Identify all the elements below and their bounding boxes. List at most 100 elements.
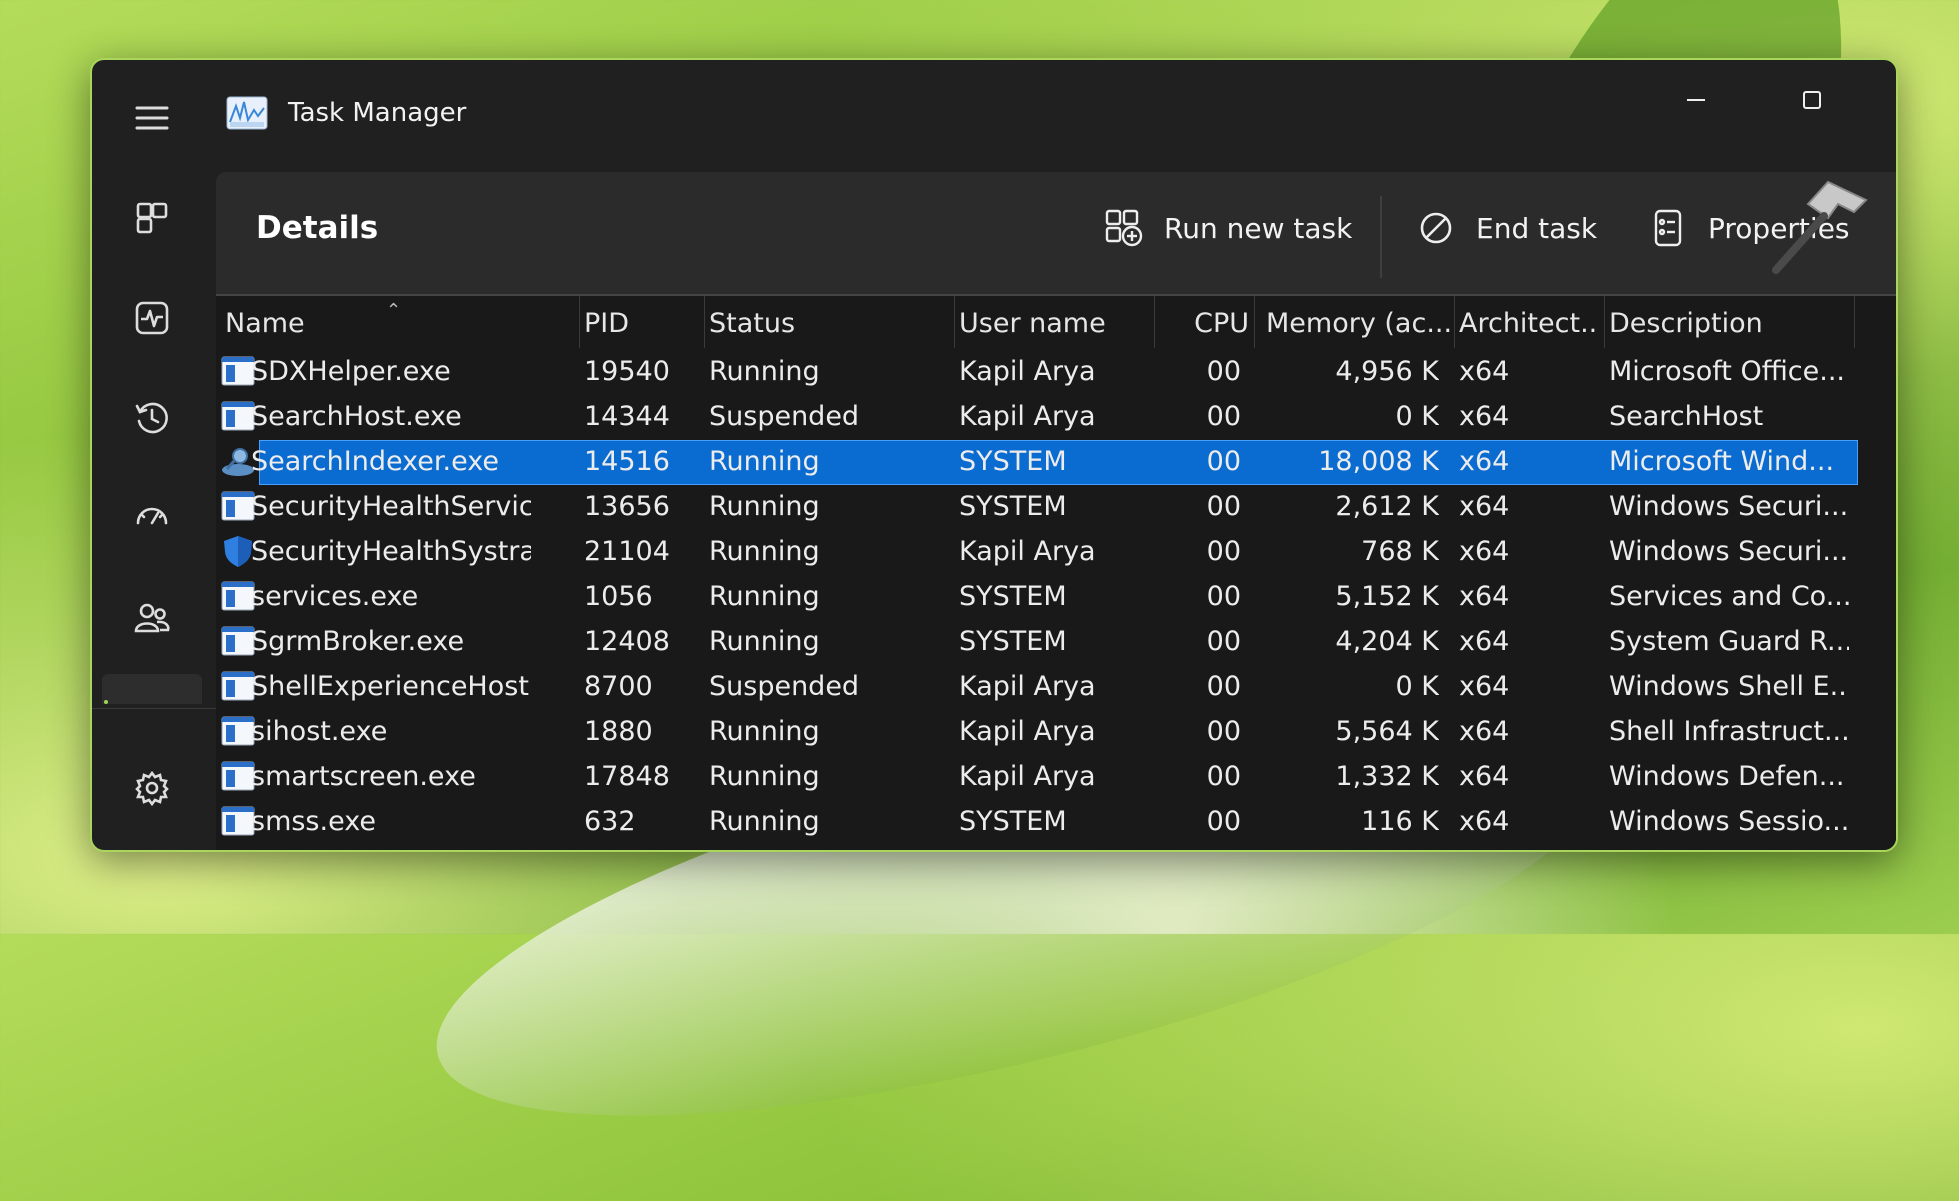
process-name: ShellExperienceHost.e... (251, 671, 531, 702)
process-description: Windows Shell E... (1609, 671, 1849, 702)
process-cpu: 00 (1206, 581, 1241, 612)
process-name: sihost.exe (251, 716, 388, 747)
process-user-name: Kapil Arya (959, 716, 1096, 747)
column-header-memory[interactable]: Memory (ac... (1266, 308, 1451, 339)
process-architecture: x64 (1459, 716, 1510, 747)
process-status: Suspended (709, 401, 860, 432)
table-row[interactable]: SearchHost.exe 14344 Suspended Kapil Arya 00… (216, 395, 1856, 440)
title-bar: Task Manager (216, 60, 1896, 172)
process-description: Windows Securi... (1609, 491, 1849, 522)
close-button[interactable] (1878, 70, 1896, 130)
process-pid: 8700 (584, 671, 653, 702)
process-architecture: x64 (1459, 671, 1510, 702)
users-icon[interactable] (124, 590, 180, 646)
table-row[interactable]: SearchIndexer.exe 14516 Running SYSTEM 00 18,… (216, 440, 1858, 485)
startup-apps-icon[interactable] (124, 490, 180, 546)
column-header-cpu[interactable]: CPU (1159, 308, 1249, 339)
process-status: Running (709, 446, 820, 477)
process-name: smss.exe (251, 806, 376, 837)
column-header-status[interactable]: Status (709, 308, 939, 339)
minimize-icon (1687, 99, 1705, 101)
performance-icon[interactable] (124, 290, 180, 346)
column-header-name[interactable]: Name (225, 308, 495, 339)
table-row[interactable]: SecurityHealthSystray.... 21104 Running Kap… (216, 530, 1856, 575)
table-row[interactable]: SgrmBroker.exe 12408 Running SYSTEM 00 4,204 … (216, 620, 1856, 665)
column-header-pid[interactable]: PID (584, 308, 694, 339)
process-architecture: x64 (1459, 401, 1510, 432)
command-bar: Details Run new task End task Properties (216, 172, 1896, 296)
column-divider[interactable] (1254, 296, 1255, 348)
process-pid: 632 (584, 806, 636, 837)
process-memory: 1,332 K (1335, 761, 1439, 792)
main-content: Details Run new task End task Properties (216, 172, 1896, 850)
column-divider[interactable] (1604, 296, 1605, 348)
process-memory: 5,152 K (1335, 581, 1439, 612)
process-pid: 19540 (584, 356, 670, 387)
process-details-table: Name ⌃ PID Status User name CPU Memory (… (216, 296, 1896, 850)
rail-divider (92, 708, 216, 709)
table-header: Name ⌃ PID Status User name CPU Memory (… (216, 296, 1896, 348)
column-divider[interactable] (704, 296, 705, 348)
end-task-button[interactable]: End task (1416, 198, 1597, 258)
process-cpu: 00 (1206, 401, 1241, 432)
window-title: Task Manager (288, 98, 467, 128)
column-divider[interactable] (579, 296, 580, 348)
process-description: Microsoft Office... (1609, 356, 1846, 387)
table-row[interactable]: smss.exe 632 Running SYSTEM 00 116 K x64 Window… (216, 800, 1856, 845)
process-description: Windows Defen... (1609, 761, 1845, 792)
process-pid: 13656 (584, 491, 670, 522)
table-row[interactable]: sihost.exe 1880 Running Kapil Arya 00 5,564 K… (216, 710, 1856, 755)
table-row[interactable]: smartscreen.exe 17848 Running Kapil Arya 00 1… (216, 755, 1856, 800)
app-history-icon[interactable] (124, 390, 180, 446)
process-description: Windows Securi... (1609, 536, 1849, 567)
column-divider[interactable] (954, 296, 955, 348)
maximize-icon (1803, 91, 1821, 109)
properties-icon (1654, 209, 1682, 247)
process-architecture: x64 (1459, 581, 1510, 612)
process-cpu: 00 (1206, 716, 1241, 747)
maximize-button[interactable] (1762, 70, 1862, 130)
process-user-name: SYSTEM (959, 581, 1067, 612)
hamburger-menu-icon[interactable] (124, 90, 180, 146)
process-name: services.exe (251, 581, 419, 612)
table-row[interactable]: ShellExperienceHost.e... 8700 Suspended Kap… (216, 665, 1856, 710)
column-header-description[interactable]: Description (1609, 308, 1849, 339)
process-cpu: 00 (1206, 761, 1241, 792)
sort-ascending-icon: ⌃ (386, 300, 402, 321)
process-memory: 116 K (1361, 806, 1439, 837)
table-row[interactable]: SecurityHealthService.... 13656 Running SYS… (216, 485, 1856, 530)
column-header-architecture[interactable]: Architect... (1459, 308, 1599, 339)
column-header-user-name[interactable]: User name (959, 308, 1149, 339)
process-memory: 0 K (1395, 671, 1439, 702)
task-manager-window: Task Manager Details Run new task End ta… (90, 58, 1898, 852)
hammer-watermark-icon (1772, 180, 1868, 274)
column-divider[interactable] (1154, 296, 1155, 348)
process-user-name: Kapil Arya (959, 401, 1096, 432)
navigation-rail (92, 60, 216, 850)
table-row[interactable]: SDXHelper.exe 19540 Running Kapil Arya 00 4,9… (216, 350, 1856, 395)
process-description: SearchHost (1609, 401, 1764, 432)
process-architecture: x64 (1459, 806, 1510, 837)
table-row[interactable]: services.exe 1056 Running SYSTEM 00 5,152 K x6… (216, 575, 1856, 620)
process-user-name: Kapil Arya (959, 761, 1096, 792)
settings-icon[interactable] (124, 760, 180, 816)
process-cpu: 00 (1206, 626, 1241, 657)
column-divider[interactable] (1854, 296, 1855, 348)
minimize-button[interactable] (1646, 70, 1746, 130)
process-status: Running (709, 536, 820, 567)
processes-icon[interactable] (124, 190, 180, 246)
process-memory: 5,564 K (1335, 716, 1439, 747)
process-status: Running (709, 761, 820, 792)
process-pid: 17848 (584, 761, 670, 792)
process-name: SgrmBroker.exe (251, 626, 465, 657)
process-description: Shell Infrastruct... (1609, 716, 1849, 747)
process-memory: 0 K (1395, 401, 1439, 432)
process-pid: 14516 (584, 446, 670, 477)
run-new-task-button[interactable]: Run new task (1104, 198, 1352, 258)
process-cpu: 00 (1206, 536, 1241, 567)
column-divider[interactable] (1454, 296, 1455, 348)
process-user-name: SYSTEM (959, 626, 1067, 657)
process-status: Running (709, 581, 820, 612)
rail-selected-item[interactable] (102, 674, 202, 704)
process-architecture: x64 (1459, 356, 1510, 387)
